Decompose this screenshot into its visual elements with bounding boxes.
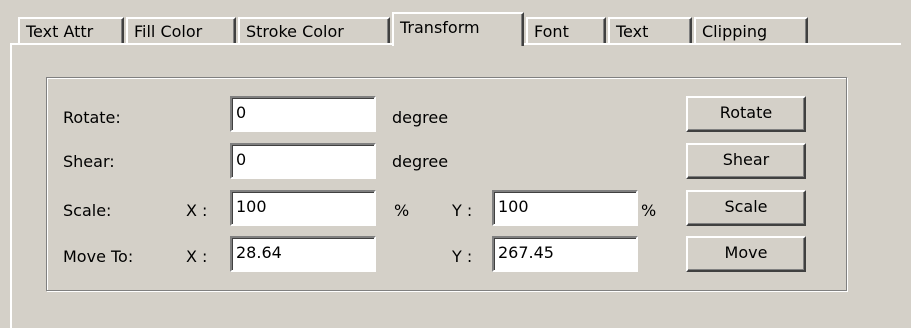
tab-label: Stroke Color — [246, 22, 344, 41]
tab-label: Fill Color — [134, 22, 203, 41]
scale-label: Scale: — [63, 201, 112, 220]
scale-y-unit: % — [641, 201, 657, 220]
rotate-input[interactable]: 0 — [230, 96, 376, 132]
rotate-unit: degree — [392, 108, 449, 127]
tab-stroke-color[interactable]: Stroke Color — [238, 17, 390, 43]
tab-label: Transform — [400, 18, 480, 37]
shear-button[interactable]: Shear — [686, 143, 806, 179]
move-button[interactable]: Move — [686, 236, 806, 272]
scale-x-label: X : — [186, 201, 208, 220]
move-label: Move To: — [63, 247, 134, 266]
tab-font[interactable]: Font — [526, 17, 606, 43]
tab-label: Clipping — [702, 22, 768, 41]
move-x-label: X : — [186, 247, 208, 266]
tab-text[interactable]: Text — [608, 17, 692, 43]
tab-label: Font — [534, 22, 569, 41]
scale-x-unit: % — [394, 201, 410, 220]
move-x-input[interactable]: 28.64 — [230, 236, 376, 272]
transform-dialog: Text Attr Fill Color Stroke Color Transf… — [0, 0, 911, 328]
shear-input[interactable]: 0 — [230, 143, 376, 179]
shear-unit: degree — [392, 152, 449, 171]
tab-fill-color[interactable]: Fill Color — [126, 17, 236, 43]
rotate-button[interactable]: Rotate — [686, 96, 806, 132]
scale-y-label: Y : — [452, 201, 473, 220]
move-y-label: Y : — [452, 247, 473, 266]
rotate-label: Rotate: — [63, 108, 121, 127]
tab-text-attr[interactable]: Text Attr — [18, 17, 124, 43]
tab-label: Text — [616, 22, 649, 41]
scale-button[interactable]: Scale — [686, 190, 806, 226]
shear-label: Shear: — [63, 152, 115, 171]
scale-y-input[interactable]: 100 — [492, 190, 638, 226]
scale-x-input[interactable]: 100 — [230, 190, 376, 226]
tab-clipping[interactable]: Clipping — [694, 17, 808, 43]
tab-transform[interactable]: Transform — [392, 12, 524, 46]
tab-label: Text Attr — [26, 22, 94, 41]
move-y-input[interactable]: 267.45 — [492, 236, 638, 272]
